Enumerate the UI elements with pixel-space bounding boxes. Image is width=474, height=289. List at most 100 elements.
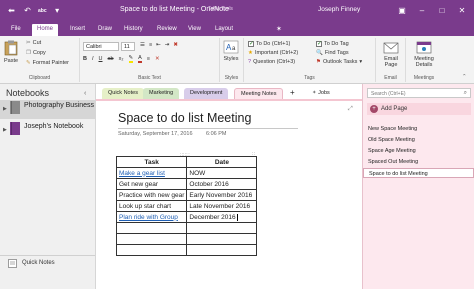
table-cell[interactable]: Early November 2016 [186, 189, 258, 201]
table-cell[interactable] [115, 222, 188, 234]
tag-todo[interactable]: To Do (Ctrl+1) [248, 40, 290, 47]
table-header-cell[interactable]: Date [186, 156, 258, 168]
table-row: Make a gear list NOW [115, 167, 258, 179]
find-tags-label: Find Tags [324, 50, 349, 56]
page-list-item[interactable]: Spaced Out Meeting [363, 157, 474, 167]
expand-arrow-icon[interactable]: ▶ [3, 105, 7, 113]
back-icon[interactable]: ⬅ [6, 5, 17, 16]
section-tab-jobs[interactable]: ✦ Jobs [306, 88, 336, 99]
task-link[interactable]: Make a gear list [119, 170, 165, 177]
cut-button[interactable]: ✂ Cut [26, 40, 41, 46]
underline-icon[interactable]: U [99, 56, 103, 62]
todo-tag-button[interactable]: To Do Tag [316, 40, 349, 47]
tab-layout[interactable]: Layout [210, 24, 238, 36]
tab-view[interactable]: View [183, 24, 206, 36]
table-cell[interactable]: Plan ride with Group [115, 211, 188, 223]
collapse-pane-icon[interactable]: ‹ [84, 90, 86, 97]
tab-history[interactable]: History [119, 24, 148, 36]
table-cell[interactable]: Look up star chart [115, 200, 188, 212]
table-cell[interactable]: Get new gear [115, 178, 188, 190]
table-drag-handle-icon[interactable]: ∷∷∷ [180, 152, 190, 158]
maximize-icon[interactable]: □ [434, 3, 450, 17]
styles-button[interactable]: Aa Styles [223, 40, 239, 62]
format-painter-button[interactable]: ✎ Format Painter [26, 60, 69, 66]
page-title[interactable]: Space to do list Meeting [118, 111, 251, 125]
table-cell[interactable]: Make a gear list [115, 167, 188, 179]
account-name[interactable]: Joseph Finney [318, 6, 360, 13]
numbering-icon[interactable]: ≡ [149, 42, 152, 48]
section-tab-development[interactable]: Development [184, 88, 229, 99]
search-box[interactable]: Search (Ctrl+E) ⌕ [367, 88, 471, 98]
tag-important[interactable]: ★ Important (Ctrl+2) [248, 50, 298, 56]
table-move-icon[interactable]: ∷ [252, 151, 255, 157]
lightbulb-icon[interactable]: ✶ [276, 25, 285, 34]
table-cell[interactable]: December 2016 [186, 211, 258, 223]
page-list-item[interactable]: New Space Meeting [363, 124, 474, 134]
task-link[interactable]: Plan ride with Group [119, 214, 178, 221]
page-canvas[interactable]: ⤢ Space to do list Meeting Saturday, Sep… [96, 99, 362, 289]
table-cell[interactable]: Late November 2016 [186, 200, 258, 212]
italic-icon[interactable]: I [92, 56, 94, 62]
paste-button[interactable]: Paste [4, 40, 18, 64]
tab-review[interactable]: Review [152, 24, 182, 36]
align-icon[interactable]: ≡ [147, 56, 150, 62]
section-tab-meeting-notes[interactable]: Meeting Notes [234, 88, 284, 99]
close-icon[interactable]: ✕ [454, 3, 470, 17]
notebook-pane: Notebooks ‹ ▶ Photography Business ▶ Jos… [0, 84, 96, 289]
outdent-icon[interactable]: ⇤ [156, 42, 161, 48]
tab-draw[interactable]: Draw [93, 24, 117, 36]
section-tab-quick-notes[interactable]: Quick Notes [102, 88, 144, 99]
tab-insert[interactable]: Insert [65, 24, 90, 36]
page-list-item[interactable]: Old Space Meeting [363, 135, 474, 145]
table-header-cell[interactable]: Task [115, 156, 188, 168]
tab-file[interactable]: File [6, 24, 26, 36]
table-cell[interactable] [186, 233, 258, 245]
section-tab-marketing[interactable]: Marketing [143, 88, 180, 99]
notebook-name: Joseph's Notebook [24, 123, 84, 130]
strikethrough-icon[interactable]: ab [108, 56, 114, 62]
copy-button[interactable]: ❐ Copy [26, 50, 46, 56]
email-page-button[interactable]: Email Page [379, 40, 403, 68]
tab-home[interactable]: Home [32, 24, 59, 36]
quick-notes-button[interactable]: Quick Notes [0, 255, 95, 269]
todo-table-container[interactable]: ∷∷∷ ∷ Task Date Make a gear list NOW Get… [115, 151, 258, 256]
collapse-ribbon-icon[interactable]: ⌃ [462, 74, 467, 80]
table-cell[interactable]: Practice with new gear [115, 189, 188, 201]
bold-icon[interactable]: B [83, 56, 87, 62]
font-color-icon[interactable]: A [138, 55, 142, 63]
notebook-item-photography-business[interactable]: ▶ Photography Business [0, 100, 95, 119]
undo-icon[interactable]: ↶ [22, 5, 33, 16]
tag-question[interactable]: ? Question (Ctrl+3) [248, 59, 295, 65]
minimize-icon[interactable]: – [414, 3, 430, 17]
spelling-button[interactable]: abc [38, 5, 47, 16]
paste-label: Paste [4, 58, 19, 64]
new-section-icon[interactable]: + [284, 88, 301, 99]
find-tags-button[interactable]: 🔍 Find Tags [316, 50, 349, 56]
font-size-select[interactable]: 11 [121, 42, 135, 51]
table-cell[interactable] [186, 244, 258, 256]
delete-icon[interactable]: ✕ [155, 56, 160, 62]
indent-icon[interactable]: ⇥ [165, 42, 170, 48]
table-cell[interactable] [186, 222, 258, 234]
page-date: Saturday, September 17, 2016 [118, 131, 193, 137]
page-list-item[interactable]: Space Age Meeting [363, 146, 474, 156]
full-page-view-icon[interactable]: ⤢ [348, 106, 353, 113]
subscript-icon[interactable]: x₂ [119, 56, 124, 62]
ribbon-display-icon[interactable]: ▣ [394, 3, 410, 17]
meeting-details-button[interactable]: Meeting Details [409, 40, 439, 68]
table-cell[interactable]: October 2016 [186, 178, 258, 190]
table-cell[interactable]: NOW [186, 167, 258, 179]
qat-dropdown-icon[interactable]: ▾ [52, 5, 63, 16]
clear-format-icon[interactable]: ✖ [173, 42, 178, 48]
font-select[interactable]: Calibri [83, 42, 119, 51]
search-icon[interactable]: ⌕ [464, 90, 467, 97]
table-cell[interactable] [115, 233, 188, 245]
table-cell[interactable] [115, 244, 188, 256]
notebook-item-josephs-notebook[interactable]: ▶ Joseph's Notebook [0, 121, 95, 140]
add-page-button[interactable]: + Add Page [367, 103, 471, 115]
page-list-item-active[interactable]: Space to do list Meeting [363, 168, 474, 178]
highlight-icon[interactable]: ✎ [128, 55, 134, 63]
expand-arrow-icon[interactable]: ▶ [3, 126, 7, 134]
outlook-tasks-button[interactable]: ⚑ Outlook Tasks ▾ [316, 59, 362, 65]
bullets-icon[interactable]: ☰ [140, 42, 145, 48]
